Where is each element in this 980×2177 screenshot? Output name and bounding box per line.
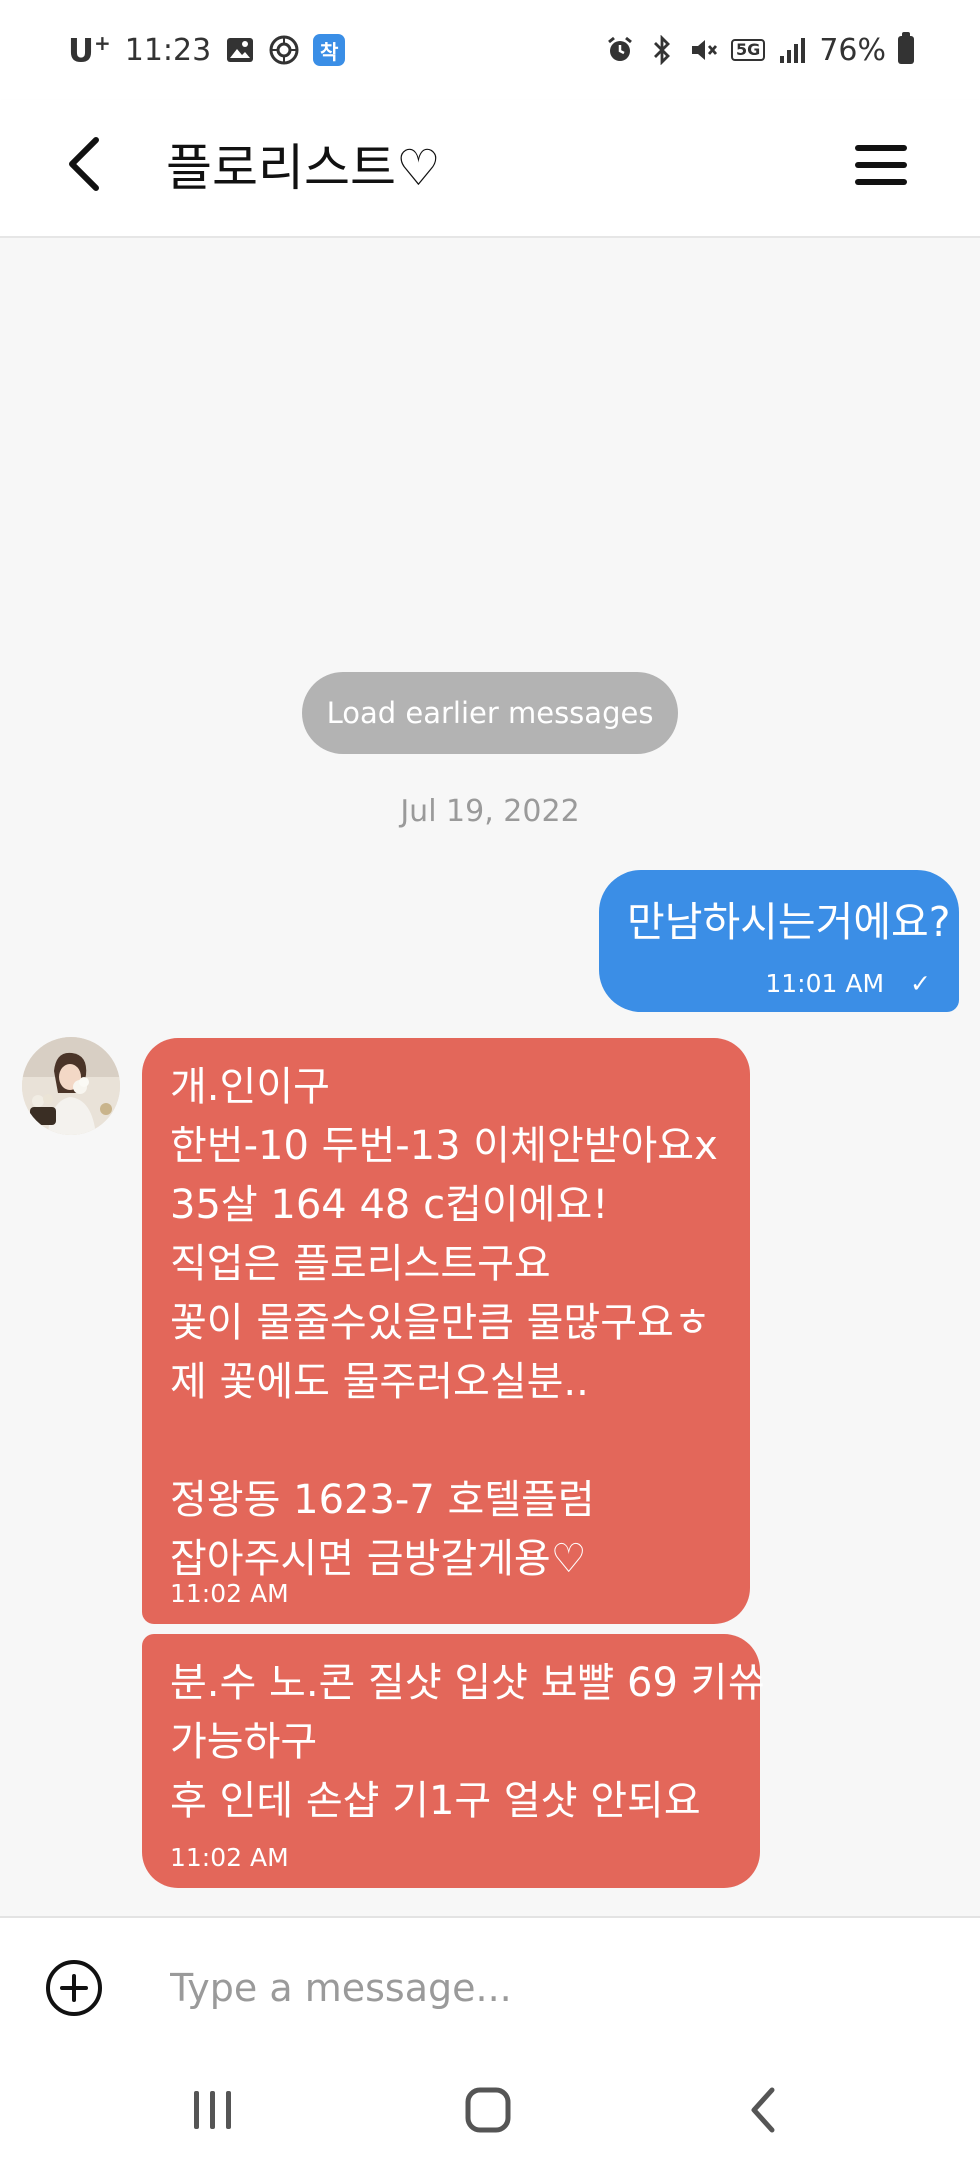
message-time: 11:01 AM [765, 969, 885, 998]
page-title: 플로리스트♡ [166, 139, 441, 197]
incoming-message-bubble[interactable]: 개.인이구 한번-10 두번-13 이체안받아요x 35살 164 48 c컵이… [142, 1038, 750, 1624]
signal-icon [777, 35, 807, 65]
message-text: 개.인이구 한번-10 두번-13 이체안받아요x 35살 164 48 c컵이… [170, 1064, 718, 1582]
back-button[interactable] [54, 128, 114, 204]
status-time: 11:23 [124, 32, 212, 68]
date-separator: Jul 19, 2022 [400, 794, 580, 829]
sent-check-icon: ✓ [910, 969, 931, 998]
status-bar-left: U+ 11:23 착 [68, 28, 346, 72]
load-earlier-button[interactable]: Load earlier messages [302, 672, 678, 754]
status-bar: U+ 11:23 착 5G 76% [0, 0, 980, 100]
carrier-name: U [68, 31, 94, 70]
image-icon [225, 35, 255, 65]
back-icon [748, 2086, 778, 2138]
recent-apps-icon [190, 2089, 236, 2135]
outgoing-message-bubble[interactable]: 만남하시는거에요? 11:01 AM ✓ [599, 870, 959, 1012]
bluetooth-icon [647, 35, 677, 65]
avatar[interactable] [22, 1037, 120, 1135]
message-text: 만남하시는거에요? [627, 898, 951, 946]
aperture-icon [269, 35, 299, 65]
system-nav-bar [0, 2054, 980, 2177]
carrier-label: U+ [68, 31, 111, 70]
message-text: 분.수 노.콘 질샷 입샷 뵤뺠 69 키쓔 가능하구 후 인테 손샵 기1구 … [170, 1660, 765, 1824]
carrier-mark: + [93, 30, 111, 55]
hamburger-menu-icon [853, 142, 909, 192]
message-composer [0, 1916, 980, 2056]
talk-app-icon: 착 [313, 34, 346, 66]
menu-button[interactable] [848, 130, 914, 204]
mute-icon [689, 35, 719, 65]
message-meta: 11:01 AM ✓ [765, 969, 931, 998]
alarm-icon [605, 35, 635, 65]
message-list[interactable]: Load earlier messages Jul 19, 2022 만남하시는… [0, 238, 980, 1916]
attach-button[interactable] [42, 1958, 106, 2022]
home-button[interactable] [443, 2082, 533, 2142]
message-input[interactable] [170, 1948, 930, 2028]
status-bar-right: 5G 76% [605, 28, 914, 72]
incoming-message-bubble[interactable]: 분.수 노.콘 질샷 입샷 뵤뺠 69 키쓔 가능하구 후 인테 손샵 기1구 … [142, 1634, 764, 1888]
battery-percent: 76% [819, 32, 886, 68]
system-back-button[interactable] [718, 2082, 808, 2142]
chat-header: 플로리스트♡ [0, 100, 980, 238]
message-time: 11:02 AM [170, 1579, 289, 1608]
home-icon [464, 2086, 512, 2138]
battery-icon [898, 32, 914, 64]
plus-circle-icon [44, 1958, 104, 2022]
chevron-left-icon [64, 136, 104, 196]
5g-icon: 5G [731, 39, 766, 61]
recent-apps-button[interactable] [168, 2082, 258, 2142]
message-time: 11:02 AM [170, 1843, 289, 1872]
